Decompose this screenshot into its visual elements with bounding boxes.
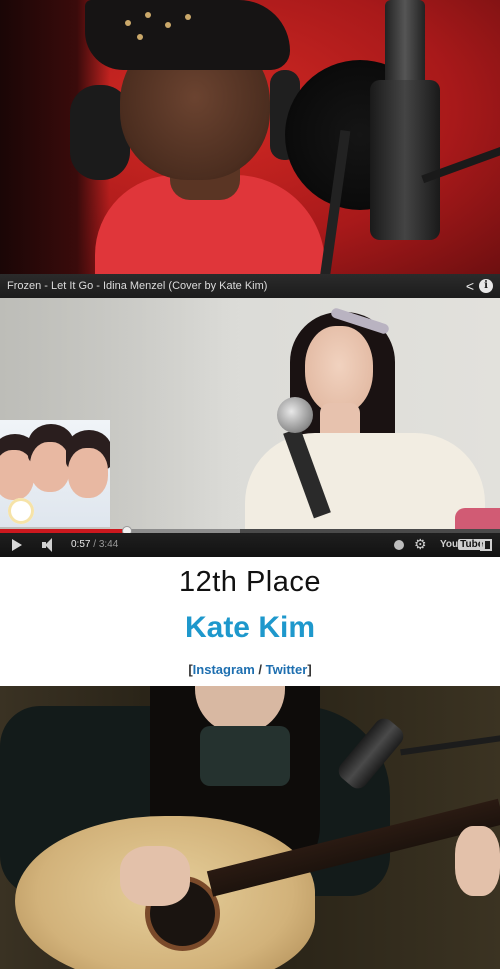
cap-stud	[185, 14, 191, 20]
cap-stud	[125, 20, 131, 26]
fullscreen-icon[interactable]	[480, 539, 492, 551]
annotations-icon[interactable]	[394, 540, 404, 550]
pink-object	[455, 508, 500, 529]
studded-cap	[85, 0, 290, 70]
current-time: 0:57	[71, 539, 91, 550]
video-title[interactable]: Frozen - Let It Go - Idina Menzel (Cover…	[7, 274, 267, 298]
cap-stud	[145, 12, 151, 18]
studio-microphone	[370, 80, 440, 240]
video-frame[interactable]	[0, 298, 500, 543]
mic-mount	[385, 0, 425, 90]
volume-icon[interactable]	[42, 538, 58, 552]
inset-picture	[0, 420, 110, 527]
cap-stud	[165, 22, 171, 28]
artist-name: Kate Kim	[184, 611, 316, 644]
time-separator: /	[90, 539, 99, 550]
gear-icon[interactable]: ⚙	[414, 536, 427, 552]
flower	[8, 498, 34, 524]
bottom-photo-guitarist	[0, 686, 500, 969]
info-icon[interactable]: i	[479, 279, 493, 293]
artist-links: [Instagram / Twitter]	[0, 662, 500, 677]
video-title-bar: Frozen - Let It Go - Idina Menzel (Cover…	[0, 274, 500, 298]
cap-stud	[137, 34, 143, 40]
share-icon[interactable]: <	[466, 274, 474, 298]
top-photo-singer	[0, 0, 500, 274]
instagram-link[interactable]: Instagram	[193, 662, 255, 677]
ranking-section: 12th Place Kate Kim [Instagram / Twitter…	[0, 557, 500, 686]
strumming-hand	[120, 846, 190, 906]
white-sweater	[245, 433, 485, 543]
player-controls: 0:57 / 3:44 ⚙ You Tube	[0, 533, 500, 557]
fretting-hand	[455, 826, 500, 896]
youtube-player[interactable]: Frozen - Let It Go - Idina Menzel (Cover…	[0, 274, 500, 557]
duration: 3:44	[98, 539, 119, 550]
link-separator: /	[254, 662, 266, 677]
singer-face	[305, 326, 373, 414]
place-heading: 12th Place	[178, 566, 322, 598]
play-icon[interactable]	[12, 539, 22, 551]
time-display: 0:57 / 3:44	[71, 533, 118, 557]
shirt-collar	[200, 726, 290, 786]
microphone	[277, 397, 313, 433]
kid-face	[68, 448, 108, 498]
kid-face	[30, 442, 70, 492]
bracket-close: ]	[307, 662, 312, 677]
youtube-logo[interactable]: You Tube	[440, 539, 486, 550]
twitter-link[interactable]: Twitter	[266, 662, 308, 677]
